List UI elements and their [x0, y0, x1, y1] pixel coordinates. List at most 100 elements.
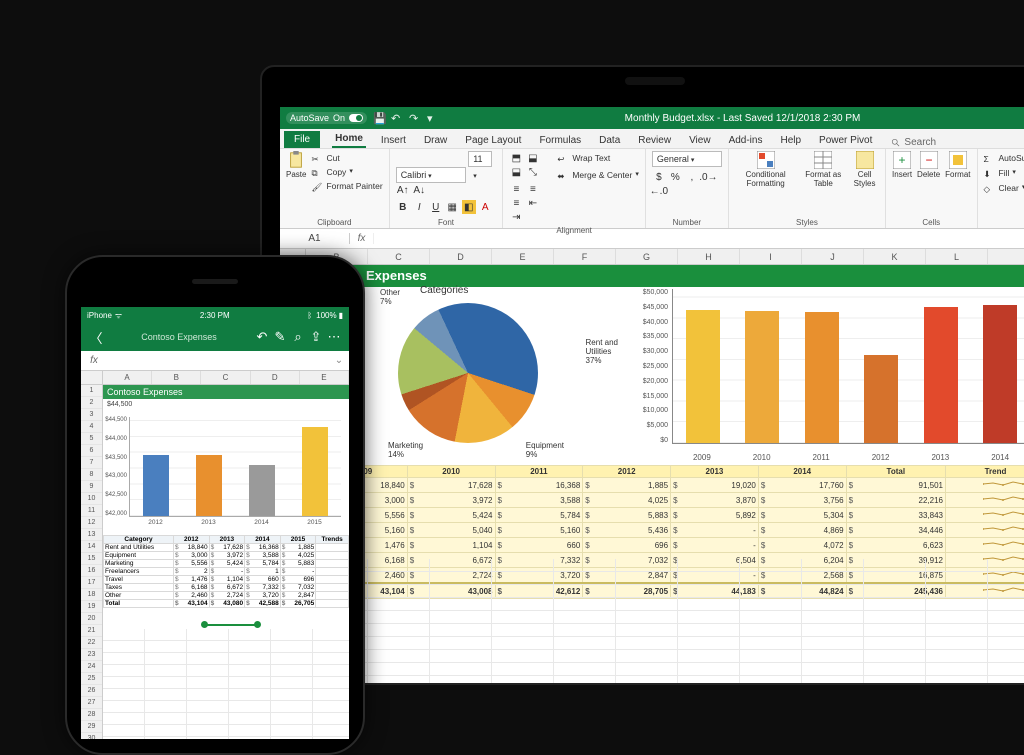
- bar[interactable]: [745, 311, 779, 443]
- col-header[interactable]: D: [430, 249, 492, 264]
- copy-button[interactable]: ⧉Copy: [311, 165, 382, 179]
- insert-cells-button[interactable]: +Insert: [892, 151, 912, 180]
- bar-chart[interactable]: $50,000$45,000$40,000$35,000$30,000$25,0…: [630, 289, 1024, 464]
- decrease-decimal-icon[interactable]: ←.0: [652, 184, 666, 198]
- col-header[interactable]: C: [368, 249, 430, 264]
- redo-icon[interactable]: ↷: [409, 112, 421, 124]
- empty-grid[interactable]: [306, 559, 1024, 683]
- col-header[interactable]: E: [300, 371, 349, 384]
- accounting-icon[interactable]: $: [652, 170, 666, 184]
- phone-data-table[interactable]: Category2012201320142015TrendsRent and U…: [103, 535, 349, 608]
- col-header[interactable]: I: [740, 249, 802, 264]
- wrap-text-button[interactable]: ↩Wrap Text: [557, 151, 639, 165]
- delete-cells-button[interactable]: −Delete: [917, 151, 940, 180]
- search-icon[interactable]: ⌕: [289, 329, 307, 345]
- align-bottom-icon[interactable]: ⬓: [509, 165, 523, 179]
- tab-data[interactable]: Data: [596, 133, 623, 148]
- cell-styles-button[interactable]: Cell Styles: [850, 151, 879, 189]
- font-color-button[interactable]: A: [478, 200, 492, 214]
- col-header[interactable]: G: [616, 249, 678, 264]
- percent-icon[interactable]: %: [668, 170, 682, 184]
- select-all-corner[interactable]: [81, 371, 103, 384]
- tab-review[interactable]: Review: [635, 133, 674, 148]
- cut-button[interactable]: ✂Cut: [311, 151, 382, 165]
- font-name-select[interactable]: Calibri: [396, 167, 466, 183]
- bar[interactable]: [924, 307, 958, 443]
- merge-center-button[interactable]: ⬌Merge & Center: [557, 168, 639, 182]
- phone-worksheet[interactable]: 1234567891011121314151617181920212223242…: [81, 385, 349, 739]
- empty-grid[interactable]: [103, 629, 349, 739]
- pie-chart[interactable]: Categories Other7% Rent andUtilities37% …: [380, 289, 600, 464]
- bar[interactable]: [805, 312, 839, 443]
- clear-button[interactable]: ◇Clear: [984, 181, 1024, 195]
- align-middle-icon[interactable]: ⬓: [526, 151, 540, 165]
- tab-addins[interactable]: Add-ins: [726, 133, 766, 148]
- share-icon[interactable]: ⇪: [307, 329, 325, 345]
- save-icon[interactable]: 💾: [373, 112, 385, 124]
- indent-decrease-icon[interactable]: ⇤: [526, 196, 540, 210]
- tell-me-search[interactable]: Search: [891, 137, 936, 148]
- paste-button[interactable]: Paste: [286, 151, 306, 180]
- tab-page-layout[interactable]: Page Layout: [462, 133, 524, 148]
- selection-handle[interactable]: [201, 621, 261, 629]
- col-header[interactable]: H: [678, 249, 740, 264]
- italic-button[interactable]: I: [412, 200, 426, 214]
- tab-view[interactable]: View: [686, 133, 714, 148]
- tab-power-pivot[interactable]: Power Pivot: [816, 133, 875, 148]
- tab-help[interactable]: Help: [777, 133, 804, 148]
- align-right-icon[interactable]: ≡: [509, 196, 523, 210]
- bar-plot[interactable]: [129, 417, 341, 517]
- col-header[interactable]: E: [492, 249, 554, 264]
- increase-font-icon[interactable]: A↑: [396, 183, 410, 197]
- col-header[interactable]: D: [251, 371, 300, 384]
- qat-dropdown-icon[interactable]: ▾: [427, 112, 439, 124]
- orientation-icon[interactable]: ⤡: [526, 165, 540, 179]
- format-painter-button[interactable]: 🖌Format Painter: [311, 179, 382, 193]
- tab-insert[interactable]: Insert: [378, 133, 409, 148]
- worksheet[interactable]: B C D E F G H I J K L 123456789101112131…: [280, 249, 1024, 683]
- conditional-formatting-button[interactable]: Conditional Formatting: [735, 151, 797, 189]
- format-cells-button[interactable]: Format: [945, 151, 970, 180]
- border-button[interactable]: ▦: [445, 200, 459, 214]
- col-header[interactable]: K: [864, 249, 926, 264]
- fill-color-button[interactable]: ◧: [462, 200, 476, 214]
- format-as-table-button[interactable]: Format as Table: [801, 151, 845, 189]
- comma-icon[interactable]: ,: [685, 170, 699, 184]
- increase-decimal-icon[interactable]: .0→: [701, 170, 715, 184]
- col-header[interactable]: A: [103, 371, 152, 384]
- tab-draw[interactable]: Draw: [421, 133, 450, 148]
- col-header[interactable]: F: [554, 249, 616, 264]
- bar[interactable]: [864, 355, 898, 443]
- col-header[interactable]: J: [802, 249, 864, 264]
- fx-icon[interactable]: fx: [350, 233, 374, 244]
- decrease-font-icon[interactable]: A↓: [412, 183, 426, 197]
- bar[interactable]: [983, 305, 1017, 443]
- tab-file[interactable]: File: [284, 131, 320, 148]
- col-header[interactable]: C: [201, 371, 250, 384]
- col-header[interactable]: B: [152, 371, 201, 384]
- autosave-toggle[interactable]: AutoSave On: [286, 112, 367, 124]
- tab-home[interactable]: Home: [332, 131, 366, 148]
- fill-button[interactable]: ⬇Fill: [984, 166, 1016, 180]
- tab-formulas[interactable]: Formulas: [536, 133, 584, 148]
- back-icon[interactable]: 〈: [87, 328, 105, 347]
- undo-icon[interactable]: ↶: [253, 329, 271, 345]
- align-center-icon[interactable]: ≡: [526, 182, 540, 196]
- group-editing: ΣAutoSum ⬇Fill ◇Clear: [978, 149, 1024, 228]
- name-box[interactable]: A1: [280, 233, 350, 244]
- fx-icon[interactable]: fx: [81, 355, 107, 366]
- indent-increase-icon[interactable]: ⇥: [509, 210, 523, 224]
- font-size-select[interactable]: 11: [468, 151, 492, 167]
- undo-icon[interactable]: ↶: [391, 112, 403, 124]
- more-icon[interactable]: ⋯: [325, 329, 343, 345]
- col-header[interactable]: L: [926, 249, 988, 264]
- underline-button[interactable]: U: [429, 200, 443, 214]
- bar[interactable]: [686, 310, 720, 443]
- chevron-down-icon[interactable]: ⌄: [329, 355, 349, 366]
- autosum-button[interactable]: ΣAutoSum: [984, 151, 1024, 165]
- bold-button[interactable]: B: [396, 200, 410, 214]
- align-top-icon[interactable]: ⬒: [509, 151, 523, 165]
- draw-icon[interactable]: ✎: [271, 329, 289, 345]
- number-format-select[interactable]: General: [652, 151, 722, 167]
- align-left-icon[interactable]: ≡: [509, 182, 523, 196]
